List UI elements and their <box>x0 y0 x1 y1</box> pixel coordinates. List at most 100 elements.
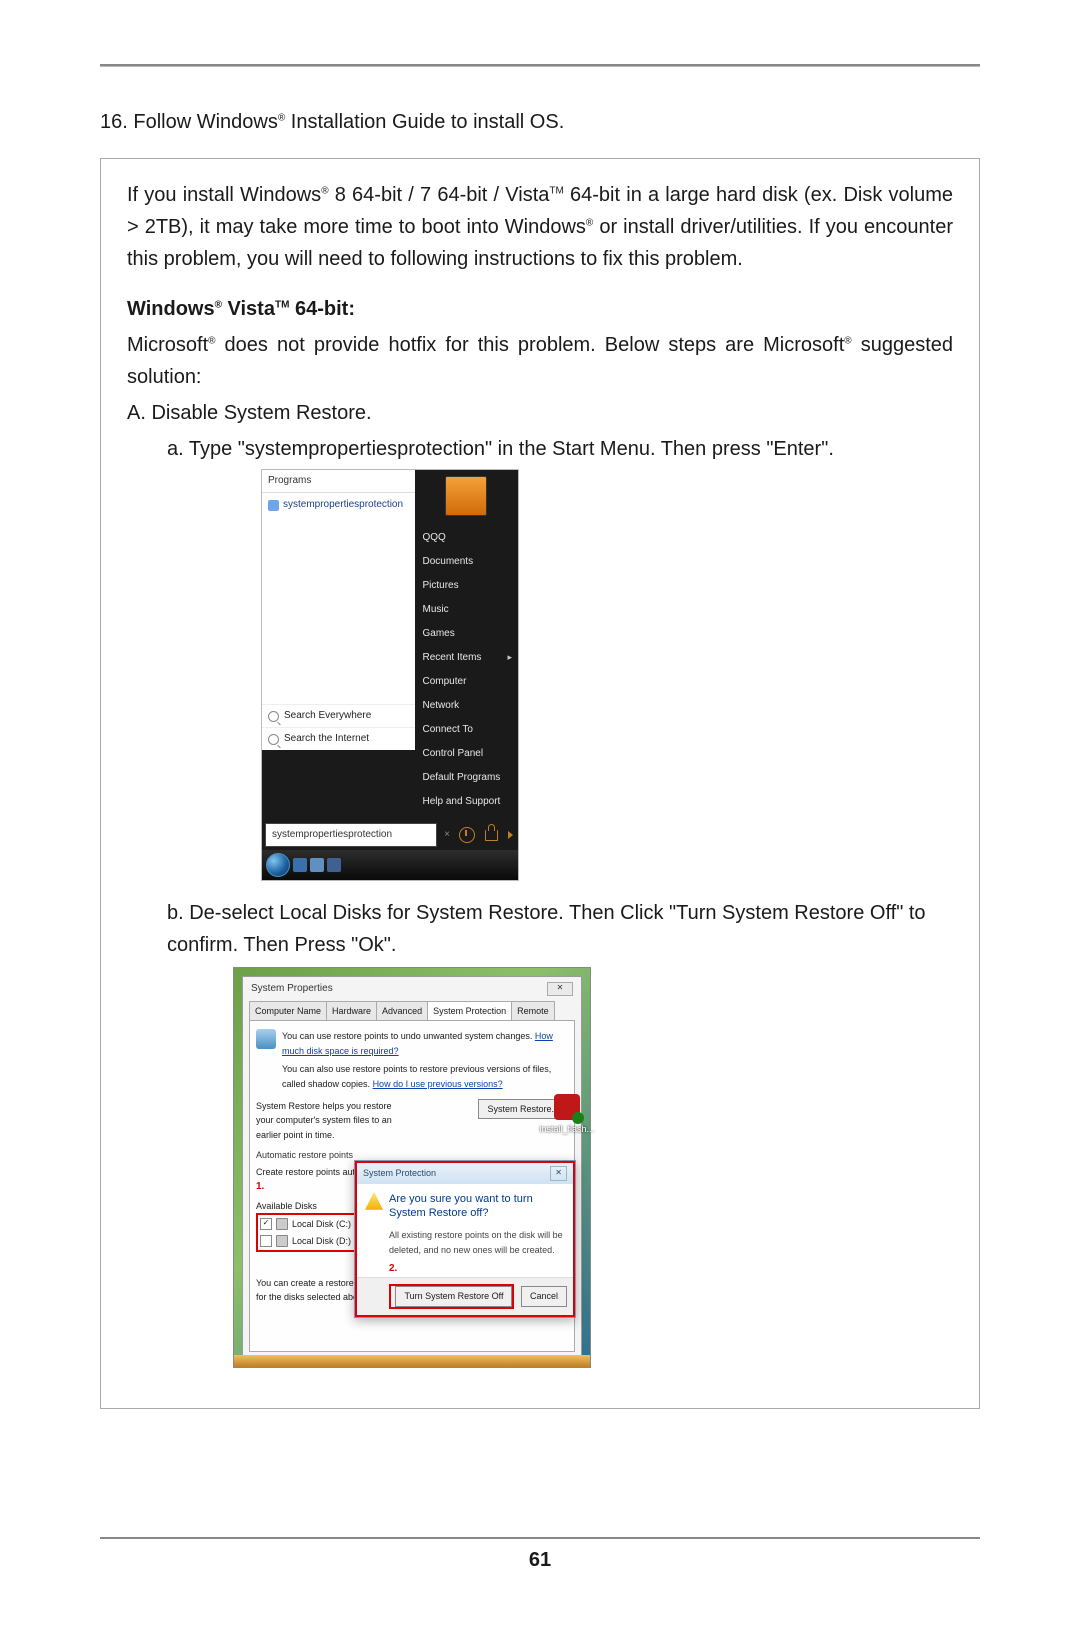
p2-sup1: ® <box>208 335 215 346</box>
tab-computer-name[interactable]: Computer Name <box>249 1001 327 1020</box>
confirm-message: Are you sure you want to turn System Res… <box>389 1192 565 1221</box>
cancel-button[interactable]: Cancel <box>521 1286 567 1306</box>
screenshot-start-menu: Programs systempropertiesprotection Sear… <box>261 469 953 881</box>
desktop-wrap: System Properties ✕ Computer Name Hardwa… <box>233 967 591 1368</box>
info2-link[interactable]: How do I use previous versions? <box>373 1079 503 1089</box>
confirm-subtext: All existing restore points on the disk … <box>357 1228 573 1261</box>
taskbar-icon[interactable] <box>293 858 307 872</box>
tab-advanced[interactable]: Advanced <box>376 1001 428 1020</box>
power-icon[interactable] <box>459 827 475 843</box>
tab-strip: Computer Name Hardware Advanced System P… <box>243 1001 581 1020</box>
lock-icon[interactable] <box>485 830 498 841</box>
info-text-1: You can use restore points to undo unwan… <box>282 1029 568 1091</box>
h-a: Windows <box>127 298 215 320</box>
col-disks: Available Disks <box>256 1199 317 1213</box>
start-menu-top: Programs systempropertiesprotection Sear… <box>262 470 518 820</box>
p1-sup1: ® <box>321 185 328 196</box>
programs-header: Programs <box>262 470 415 493</box>
clear-icon[interactable]: × <box>440 827 454 843</box>
dialog-titlebar: System Properties ✕ <box>243 977 581 1001</box>
right-item-computer[interactable]: Computer <box>421 670 513 694</box>
drive-icon <box>276 1218 288 1230</box>
confirm-close[interactable]: ✕ <box>550 1166 567 1181</box>
tab-hardware[interactable]: Hardware <box>326 1001 377 1020</box>
right-item-control-panel[interactable]: Control Panel <box>421 742 513 766</box>
start-menu: Programs systempropertiesprotection Sear… <box>261 469 519 881</box>
shield-icon <box>256 1029 276 1049</box>
dialog-title: System Properties <box>251 981 333 997</box>
close-button[interactable]: ✕ <box>547 982 573 996</box>
h-sup1: ® <box>215 299 222 310</box>
program-result-label: systempropertiesprotection <box>283 497 403 513</box>
info-text-2: You can also use restore points to resto… <box>282 1062 568 1091</box>
tab-system-protection[interactable]: System Protection <box>427 1001 512 1020</box>
right-item-recent[interactable]: Recent Items <box>421 646 513 670</box>
start-orb-icon[interactable] <box>266 853 290 877</box>
restore-help-text: System Restore helps you restore your co… <box>256 1099 406 1142</box>
p1-b: 8 64-bit / 7 64-bit / Vista <box>329 184 550 206</box>
search-everywhere-label: Search Everywhere <box>284 708 371 724</box>
p1-a: If you install Windows <box>127 184 321 206</box>
step16-suf: Installation Guide to install OS. <box>285 111 564 133</box>
confirm-body-highlight: System Protection ✕ Are you sure you wan… <box>355 1161 575 1317</box>
right-item-help[interactable]: Help and Support <box>421 790 513 814</box>
turn-off-button[interactable]: Turn System Restore Off <box>395 1286 512 1306</box>
start-menu-right-pane: QQQ Documents Pictures Music Games Recen… <box>415 470 519 820</box>
right-item-network[interactable]: Network <box>421 694 513 718</box>
callout-1: 1. <box>256 1181 264 1192</box>
page-number: 61 <box>100 1549 980 1572</box>
desktop-shortcut[interactable]: install_flash... <box>539 1094 594 1136</box>
search-everywhere[interactable]: Search Everywhere <box>262 704 415 727</box>
tab-remote[interactable]: Remote <box>511 1001 555 1020</box>
info-row-1: You can use restore points to undo unwan… <box>256 1027 568 1093</box>
h-b: Vista <box>222 298 275 320</box>
taskbar-icon[interactable] <box>310 858 324 872</box>
p1-sup2: TM <box>549 185 563 196</box>
info1-a: You can use restore points to undo unwan… <box>282 1031 535 1041</box>
spacer <box>100 1409 980 1509</box>
checkbox-c[interactable]: ✓ <box>260 1218 272 1230</box>
checkbox-d[interactable] <box>260 1235 272 1247</box>
right-item-music[interactable]: Music <box>421 598 513 622</box>
start-menu-left-pane: Programs systempropertiesprotection Sear… <box>262 470 415 750</box>
search-internet-label: Search the Internet <box>284 731 369 747</box>
taskbar <box>262 850 518 880</box>
user-name[interactable]: QQQ <box>421 526 513 550</box>
screenshot-system-properties: System Properties ✕ Computer Name Hardwa… <box>233 967 953 1368</box>
right-item-connect[interactable]: Connect To <box>421 718 513 742</box>
chevron-right-icon[interactable] <box>508 831 513 839</box>
right-item-games[interactable]: Games <box>421 622 513 646</box>
right-item-documents[interactable]: Documents <box>421 550 513 574</box>
confirm-buttons: Turn System Restore Off Cancel <box>357 1277 573 1314</box>
drive-icon <box>276 1235 288 1247</box>
search-icon <box>268 734 279 745</box>
search-internet[interactable]: Search the Internet <box>262 727 415 750</box>
h-sup2: TM <box>275 299 289 310</box>
document-page: 16. Follow Windows ® Installation Guide t… <box>0 0 1080 1632</box>
confirm-content: Are you sure you want to turn System Res… <box>357 1184 573 1229</box>
step-A-b: b. De-select Local Disks for System Rest… <box>167 897 953 961</box>
step-A: A. Disable System Restore. <box>127 397 953 429</box>
right-item-default-programs[interactable]: Default Programs <box>421 766 513 790</box>
step16-pre: 16. Follow Windows <box>100 111 278 133</box>
search-input[interactable]: systempropertiesprotection <box>265 823 437 847</box>
user-avatar[interactable] <box>445 476 487 516</box>
taskbar-icon[interactable] <box>327 858 341 872</box>
restore-help-row: System Restore helps you restore your co… <box>256 1099 568 1142</box>
flash-installer-icon <box>554 1094 580 1120</box>
power-controls <box>454 827 518 843</box>
step-16: 16. Follow Windows® Installation Guide t… <box>100 111 980 134</box>
confirm-titlebar: System Protection ✕ <box>357 1163 573 1184</box>
confirm-dialog: System Protection ✕ Are you sure you wan… <box>354 1160 576 1318</box>
program-result-item[interactable]: systempropertiesprotection <box>262 493 415 517</box>
taskbar-strip <box>234 1355 590 1367</box>
spacer <box>262 517 415 704</box>
search-icon <box>268 711 279 722</box>
p2-sup2: ® <box>844 335 851 346</box>
note-p2: Microsoft® does not provide hotfix for t… <box>127 329 953 393</box>
program-icon <box>268 500 279 511</box>
top-rule <box>100 64 980 67</box>
right-item-pictures[interactable]: Pictures <box>421 574 513 598</box>
bottom-rule <box>100 1537 980 1539</box>
step-A-a: a. Type "systempropertiesprotection" in … <box>167 433 953 465</box>
